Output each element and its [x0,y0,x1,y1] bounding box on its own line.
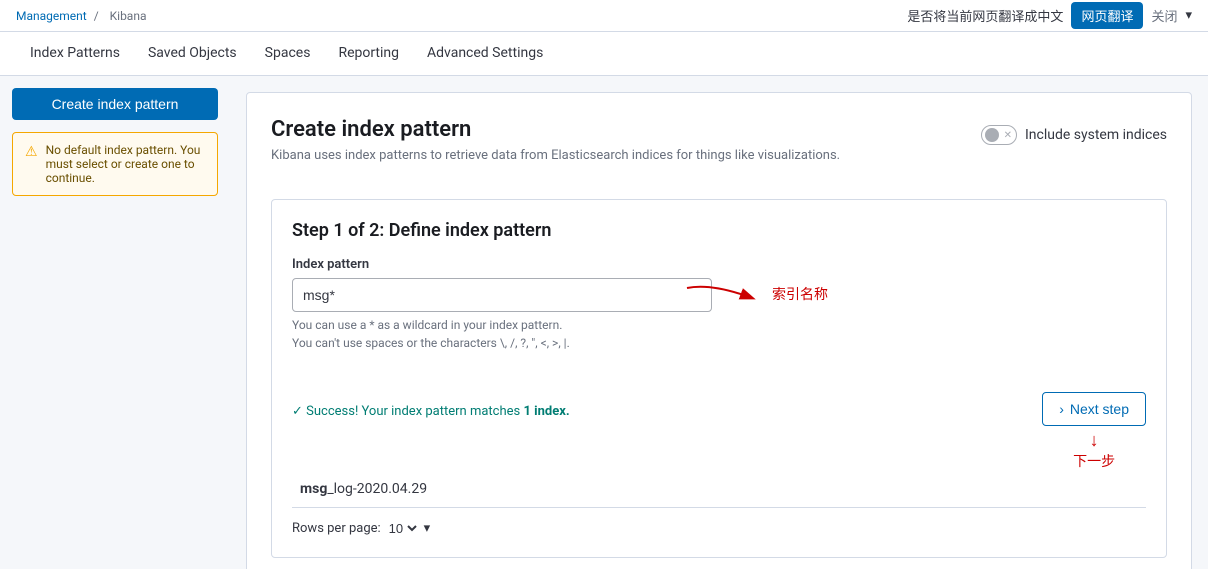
next-step-annotation: ↓ 下一步 [1073,430,1115,471]
warning-box: ⚠ No default index pattern. You must sel… [12,132,218,196]
nav-advanced-settings[interactable]: Advanced Settings [413,33,557,75]
include-system-indices-toggle[interactable]: ✕ [981,125,1017,145]
nav-index-patterns[interactable]: Index Patterns [16,33,134,75]
red-arrow-svg [682,278,772,310]
translate-bar: 是否将当前网页翻译成中文 网页翻译 关闭 ▾ [907,2,1192,29]
rows-per-page: Rows per page: 10 25 50 ▾ [292,520,1146,537]
close-button[interactable]: 关闭 [1151,6,1177,25]
annotation-label: 索引名称 [772,284,828,304]
success-text: ✓ Success! Your index pattern matches 1 … [292,404,570,419]
translate-prompt: 是否将当前网页翻译成中文 [907,6,1063,25]
nav-reporting[interactable]: Reporting [324,33,413,75]
match-result-row: msg_log-2020.04.29 [292,471,1146,508]
next-step-area: › Next step ↓ 下一步 [1042,392,1146,471]
breadcrumb-management[interactable]: Management [16,9,87,23]
success-message: Your index pattern matches [362,404,524,419]
hint-text: You can use a * as a wildcard in your in… [292,316,692,352]
success-prefix: Success! [306,404,361,419]
main-layout: Create index pattern ⚠ No default index … [0,76,1208,569]
next-annotation-label: 下一步 [1073,451,1115,471]
nav-spaces[interactable]: Spaces [251,33,325,75]
toggle-knob [985,128,999,142]
annotation-arrow: 索引名称 [682,278,828,310]
page-subtitle: Kibana uses index patterns to retrieve d… [271,148,840,163]
header-right: ✕ Include system indices [981,125,1167,145]
match-suffix: _log-2020.04.29 [327,481,427,497]
nav-bar: Index Patterns Saved Objects Spaces Repo… [0,32,1208,76]
include-system-indices-label: Include system indices [1025,127,1167,143]
breadcrumb: Management / Kibana [16,9,151,23]
breadcrumb-separator: / [94,9,99,23]
content-area: Create index pattern Kibana uses index p… [230,76,1208,569]
success-area: ✓ Success! Your index pattern matches 1 … [292,392,570,429]
step-section: Step 1 of 2: Define index pattern Index … [271,199,1167,558]
next-step-label: Next step [1070,401,1129,417]
breadcrumb-kibana: Kibana [110,9,147,23]
warning-text: No default index pattern. You must selec… [46,143,205,185]
annotation-container: You can use a * as a wildcard in your in… [292,316,1146,352]
success-bold: 1 index. [523,404,569,419]
create-index-pattern-button[interactable]: Create index pattern [12,88,218,120]
match-prefix: msg [300,481,327,497]
check-icon: ✓ [292,404,303,419]
content-panel: Create index pattern Kibana uses index p… [246,92,1192,569]
translate-button[interactable]: 网页翻译 [1071,2,1143,29]
chevron-down-icon: ▾ [1185,8,1192,23]
rows-per-page-label: Rows per page: [292,521,381,536]
field-label: Index pattern [292,257,1146,272]
header-left: Create index pattern Kibana uses index p… [271,117,840,183]
toggle-off-icon: ✕ [1004,130,1012,141]
index-pattern-input[interactable] [292,278,712,312]
top-bar: Management / Kibana 是否将当前网页翻译成中文 网页翻译 关闭… [0,0,1208,32]
chevron-right-icon: › [1059,401,1064,417]
next-step-button[interactable]: › Next step [1042,392,1146,426]
success-next-row: ✓ Success! Your index pattern matches 1 … [292,392,1146,471]
rows-per-page-select[interactable]: 10 25 50 [385,520,420,537]
warning-icon: ⚠ [25,144,38,185]
header-toggle-row: Create index pattern Kibana uses index p… [271,117,1167,183]
chevron-down-rows-icon: ▾ [424,521,431,536]
down-arrow-icon: ↓ [1090,430,1099,451]
step-title: Step 1 of 2: Define index pattern [292,220,1146,241]
page-title: Create index pattern [271,117,840,142]
sidebar: Create index pattern ⚠ No default index … [0,76,230,569]
nav-saved-objects[interactable]: Saved Objects [134,33,251,75]
